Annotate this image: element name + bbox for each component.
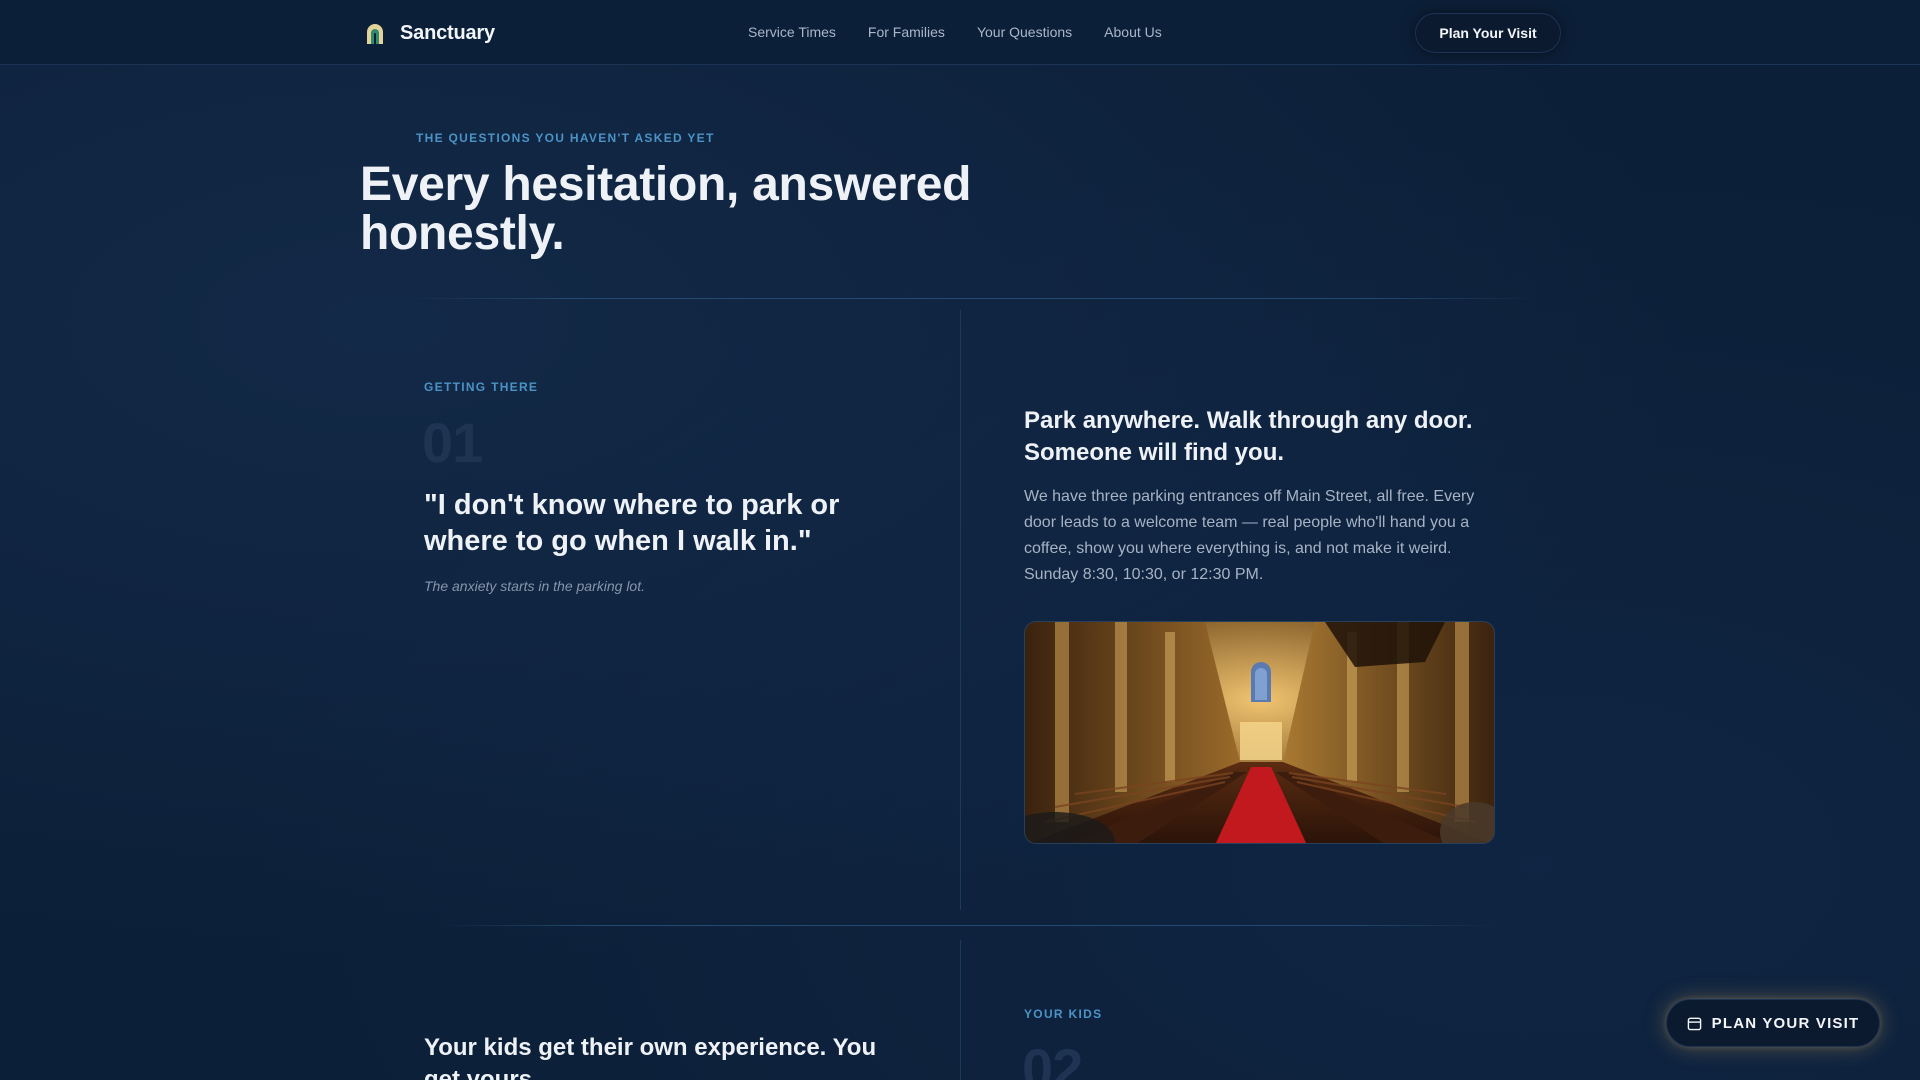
section-question: "I don't know where to park or where to …: [424, 489, 840, 557]
brand-name: Sanctuary: [400, 21, 495, 44]
floating-plan-your-visit-button[interactable]: PLAN YOUR VISIT: [1666, 999, 1880, 1047]
sanctuary-arch-icon: [367, 24, 383, 44]
divider: [440, 925, 1500, 926]
brand-logo[interactable]: Sanctuary: [362, 20, 495, 46]
section-number: 02: [1022, 1037, 1083, 1080]
nav-link-for-families[interactable]: For Families: [868, 24, 945, 40]
section-label: YOUR KIDS: [1024, 1007, 1103, 1021]
nav-links: Service Times For Families Your Question…: [748, 24, 1162, 40]
answer-body: We have three parking entrances off Main…: [1024, 488, 1475, 583]
hero-title: Every hesitation, answered honestly.: [360, 158, 972, 260]
nav-link-your-questions[interactable]: Your Questions: [977, 24, 1072, 40]
section-note: The anxiety starts in the parking lot.: [424, 578, 645, 594]
divider: [400, 298, 1540, 299]
top-navbar: Sanctuary Service Times For Families You…: [0, 0, 1920, 65]
calendar-icon: [1687, 1017, 1701, 1030]
nav-link-service-times[interactable]: Service Times: [748, 24, 836, 40]
plan-your-visit-button[interactable]: Plan Your Visit: [1415, 13, 1561, 53]
column-divider: [960, 940, 961, 1080]
hero-eyebrow: THE QUESTIONS YOU HAVEN'T ASKED YET: [416, 131, 715, 145]
section-label: GETTING THERE: [424, 380, 539, 394]
column-divider: [960, 310, 961, 910]
section-number: 01: [422, 411, 483, 474]
church-interior-photo: [1024, 621, 1495, 844]
answer-title: Your kids get their own experience. You …: [424, 1034, 877, 1080]
floating-cta-label: PLAN YOUR VISIT: [1711, 1014, 1860, 1032]
nav-link-about-us[interactable]: About Us: [1104, 24, 1162, 40]
answer-title: Park anywhere. Walk through any door. So…: [1024, 407, 1473, 466]
